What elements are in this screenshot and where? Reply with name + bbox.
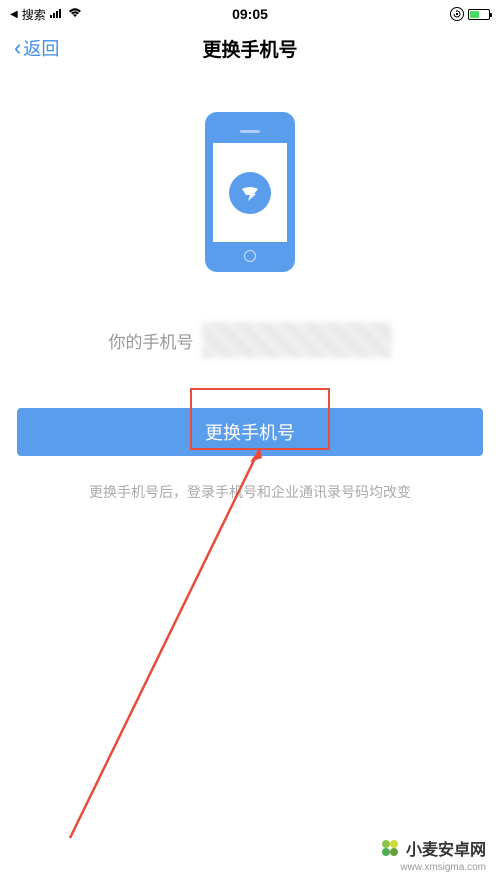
battery-icon xyxy=(468,9,490,20)
status-right xyxy=(450,7,490,21)
watermark: 小麦安卓网 www.xmsigma.com xyxy=(378,836,486,873)
phone-illustration xyxy=(205,112,295,272)
chevron-left-icon: ‹ xyxy=(14,35,21,61)
phone-screen xyxy=(213,143,287,242)
phone-number-row: 你的手机号 xyxy=(109,322,392,358)
change-button-label: 更换手机号 xyxy=(205,419,295,445)
watermark-logo-icon xyxy=(378,836,402,860)
status-left: ◀ 搜索 xyxy=(10,6,82,23)
signal-icon xyxy=(50,7,64,21)
annotation-arrow xyxy=(60,448,280,848)
phone-home-icon xyxy=(244,250,256,262)
watermark-name: 小麦安卓网 xyxy=(406,836,486,860)
back-to-app-label: 搜索 xyxy=(22,6,46,23)
phone-number-label: 你的手机号 xyxy=(109,328,194,353)
watermark-url: www.xmsigma.com xyxy=(400,862,486,873)
back-button[interactable]: ‹ 返回 xyxy=(14,35,59,61)
back-label: 返回 xyxy=(23,35,59,61)
change-phone-button[interactable]: 更换手机号 xyxy=(17,408,483,456)
hint-text: 更换手机号后，登录手机号和企业通讯录号码均改变 xyxy=(89,482,411,502)
content-area: 你的手机号 更换手机号 更换手机号后，登录手机号和企业通讯录号码均改变 xyxy=(0,72,500,502)
back-to-app-icon: ◀ xyxy=(10,9,18,20)
dingtalk-logo-icon xyxy=(229,172,271,214)
status-bar: ◀ 搜索 09:05 xyxy=(0,0,500,24)
wifi-icon xyxy=(68,7,82,21)
phone-number-redacted xyxy=(202,322,392,358)
status-time: 09:05 xyxy=(232,6,268,22)
navigation-bar: ‹ 返回 更换手机号 xyxy=(0,24,500,72)
phone-speaker-icon xyxy=(240,130,260,133)
page-title: 更换手机号 xyxy=(202,35,297,62)
rotation-lock-icon xyxy=(450,7,464,21)
